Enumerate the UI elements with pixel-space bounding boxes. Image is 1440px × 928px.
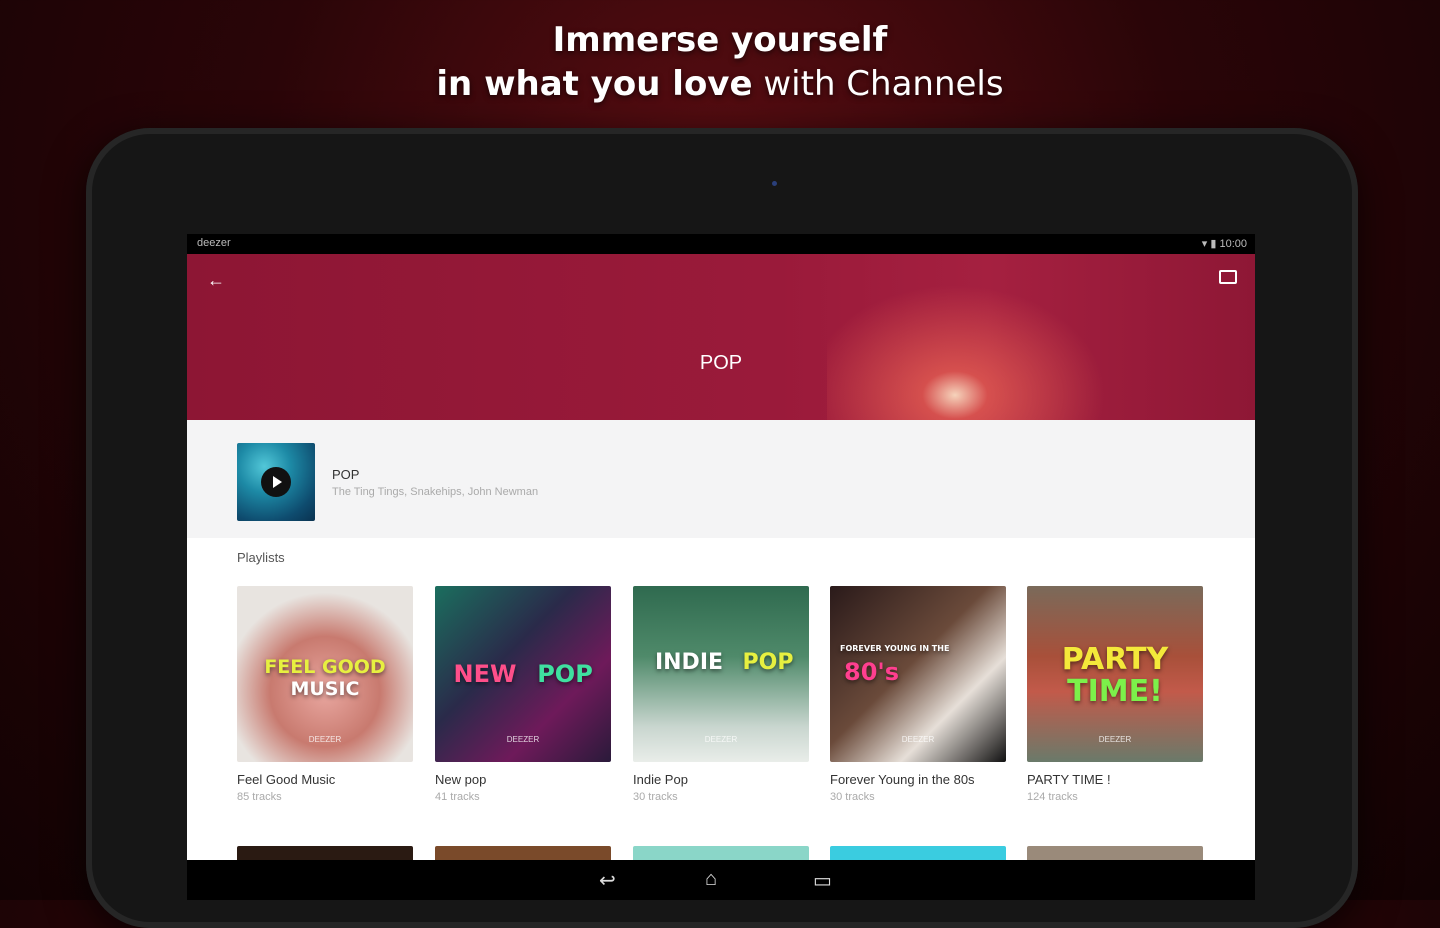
- promo-headline: Immerse yourself in what you love with C…: [0, 18, 1440, 106]
- promo-line-2-light: with Channels: [752, 64, 1004, 104]
- playlist-title: Forever Young in the 80s: [830, 772, 975, 787]
- fireworks-image: [827, 254, 1147, 420]
- system-nav-bar: ↩ ⌂ ▭: [187, 860, 1255, 900]
- cover-text-1: FOREVER YOUNG IN THE: [840, 644, 950, 653]
- cast-icon[interactable]: [1219, 270, 1237, 284]
- promo-line-2: in what you love with Channels: [0, 62, 1440, 106]
- playlist-title: Indie Pop: [633, 772, 688, 787]
- promo-line-1: Immerse yourself: [552, 20, 888, 60]
- playlist-title: Feel Good Music: [237, 772, 336, 787]
- play-icon[interactable]: [261, 467, 291, 497]
- cover-text-1: FEEL GOOD: [264, 656, 386, 678]
- cover-text-2: MUSIC: [290, 678, 360, 700]
- playlist-title: New pop: [435, 772, 487, 787]
- playlist-card[interactable]: INDIE POP DEEZER Indie Pop 30 tracks: [633, 586, 809, 803]
- playlist-cover[interactable]: FEEL GOOD MUSIC DEEZER: [237, 586, 413, 762]
- back-icon[interactable]: ↩: [599, 868, 616, 893]
- playlist-card[interactable]: PARTY TIME! DEEZER PARTY TIME ! 124 trac…: [1027, 586, 1203, 803]
- playlist-track-count: 124 tracks: [1027, 791, 1078, 803]
- brand-logo: DEEZER: [308, 735, 342, 744]
- cover-text-1: PARTY: [1061, 642, 1169, 677]
- playlist-cover[interactable]: INDIE POP DEEZER: [633, 586, 809, 762]
- brand-logo: DEEZER: [506, 735, 540, 744]
- flow-cover[interactable]: [237, 443, 315, 521]
- flow-name: POP: [332, 467, 360, 482]
- home-icon[interactable]: ⌂: [705, 868, 717, 891]
- brand-logo: DEEZER: [901, 735, 935, 744]
- playlist-track-count: 85 tracks: [237, 791, 282, 803]
- playlist-track-count: 41 tracks: [435, 791, 480, 803]
- brand-logo: DEEZER: [704, 735, 738, 744]
- recents-icon[interactable]: ▭: [813, 868, 832, 893]
- brand-logo: DEEZER: [1098, 735, 1132, 744]
- status-bar: deezer ▾ ▮ 10:00: [187, 234, 1255, 254]
- status-right: ▾ ▮ 10:00: [1201, 238, 1247, 250]
- cover-text-1: NEW: [453, 660, 517, 688]
- flow-artists: The Ting Tings, Snakehips, John Newman: [332, 486, 539, 498]
- back-arrow-icon[interactable]: ←: [207, 270, 225, 291]
- status-time: 10:00: [1219, 238, 1247, 250]
- playlist-track-count: 30 tracks: [830, 791, 875, 803]
- channel-title: POP: [699, 352, 743, 374]
- playlist-cover[interactable]: PARTY TIME! DEEZER: [1027, 586, 1203, 762]
- playlists-heading: Playlists: [237, 550, 285, 565]
- playlist-card[interactable]: NEW POP DEEZER New pop 41 tracks: [435, 586, 611, 803]
- cover-text-2: POP: [537, 660, 593, 688]
- cover-text-2: 80's: [844, 658, 900, 686]
- playlist-title: PARTY TIME !: [1027, 772, 1111, 787]
- playlist-cover[interactable]: FOREVER YOUNG IN THE 80's DEEZER: [830, 586, 1006, 762]
- camera-icon: [772, 181, 777, 186]
- cover-text-2: POP: [742, 650, 794, 675]
- channel-header: ← POP: [187, 254, 1255, 420]
- playlist-card[interactable]: FOREVER YOUNG IN THE 80's DEEZER Forever…: [830, 586, 1006, 803]
- channel-flow-row[interactable]: POP The Ting Tings, Snakehips, John Newm…: [187, 420, 1255, 538]
- status-app-name: deezer: [197, 237, 231, 249]
- playlist-track-count: 30 tracks: [633, 791, 678, 803]
- cover-text-2: TIME!: [1067, 674, 1163, 709]
- cover-text-1: INDIE: [654, 650, 724, 675]
- promo-line-2-bold: in what you love: [436, 64, 753, 104]
- app-screen: deezer ▾ ▮ 10:00 ← POP POP The Ting Ting…: [187, 234, 1255, 900]
- playlist-card[interactable]: FEEL GOOD MUSIC DEEZER Feel Good Music 8…: [237, 586, 413, 803]
- playlist-cover[interactable]: NEW POP DEEZER: [435, 586, 611, 762]
